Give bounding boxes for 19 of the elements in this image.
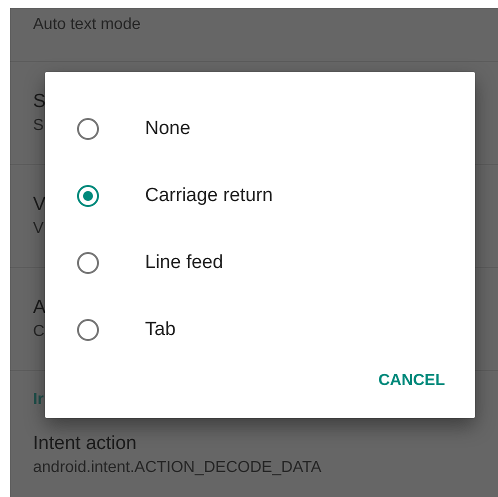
setting-title: S	[33, 91, 46, 113]
radio-option[interactable]: None	[45, 95, 475, 162]
setting-summary: V	[33, 220, 44, 238]
radio-button[interactable]	[76, 184, 100, 208]
setting-summary: C	[33, 323, 45, 341]
radio-button[interactable]	[76, 318, 100, 342]
setting-title: Intent action	[33, 433, 137, 455]
setting-summary: android.intent.ACTION_DECODE_DATA	[33, 459, 322, 477]
setting-title: A	[33, 297, 46, 319]
setting-summary: Auto text mode	[33, 16, 141, 34]
cancel-button[interactable]: CANCEL	[370, 366, 453, 396]
section-header: Ir	[33, 391, 44, 408]
radio-button[interactable]	[76, 116, 100, 140]
radio-option[interactable]: Carriage return	[45, 162, 475, 229]
radio-button[interactable]	[76, 250, 100, 274]
radio-option[interactable]: Line feed	[45, 229, 475, 296]
radio-option[interactable]: Tab	[45, 296, 475, 363]
setting-summary: S	[33, 117, 44, 135]
setting-title: V	[33, 194, 46, 216]
